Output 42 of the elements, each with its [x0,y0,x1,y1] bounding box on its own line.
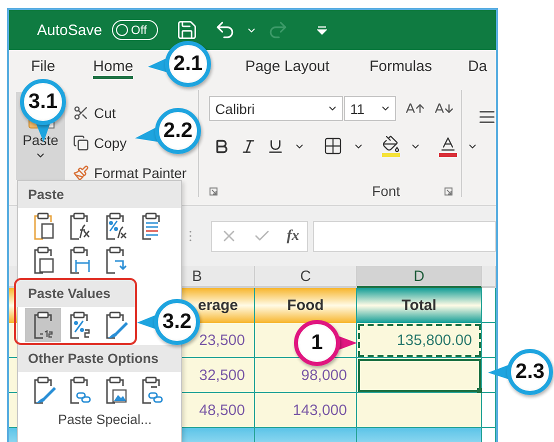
table-cell [482,323,496,358]
column-header[interactable]: D [357,266,482,288]
header-cell: Total [357,288,482,323]
autosave-toggle[interactable]: Off [112,20,158,40]
group-label: Font [372,183,400,199]
ribbon-tab[interactable]: Da [468,56,488,78]
table-cell [482,393,496,428]
grip-icon [189,228,192,244]
save-icon[interactable] [176,19,198,41]
callout-badge: 2.3 [507,349,553,395]
ribbon-tab[interactable]: Home [93,56,134,78]
font-name-field[interactable]: Calibri [209,96,344,121]
ribbon-tab[interactable]: File [31,56,56,78]
customize-icon[interactable] [317,25,328,35]
table-cell[interactable] [357,393,482,428]
table-cell[interactable] [357,358,482,393]
font-size-field[interactable]: 11 [344,96,396,121]
ribbon-tab[interactable]: Page Layout [245,56,330,78]
paintbrush-icon [73,165,89,181]
table-cell [482,288,496,323]
align-icon[interactable] [478,108,496,126]
font-color-icon[interactable] [439,135,458,157]
underline-icon[interactable] [267,138,284,154]
header-cell: Food [255,288,357,323]
table-cell: 143,000 [255,393,357,428]
section-heading: Other Paste Options [18,345,181,372]
dialog-launcher-icon[interactable] [209,186,218,196]
copy-icon [73,135,89,151]
table-cell[interactable]: 135,800.00 [357,323,482,358]
section-heading: Paste Values [16,280,135,307]
dialog-launcher-icon[interactable] [444,186,454,196]
column-header[interactable]: C [255,266,357,288]
borders-icon[interactable] [323,136,344,156]
table-cell [482,358,496,393]
paste-option[interactable] [25,308,61,342]
section-heading: Paste [18,181,181,208]
insert-function-button[interactable]: fx [286,228,300,244]
formula-field[interactable] [313,220,496,252]
autosave-label: AutoSave [37,22,102,38]
fill-color-icon[interactable] [382,135,400,157]
ribbon-tab[interactable]: Formulas [369,56,432,78]
scissors-icon [73,105,89,121]
